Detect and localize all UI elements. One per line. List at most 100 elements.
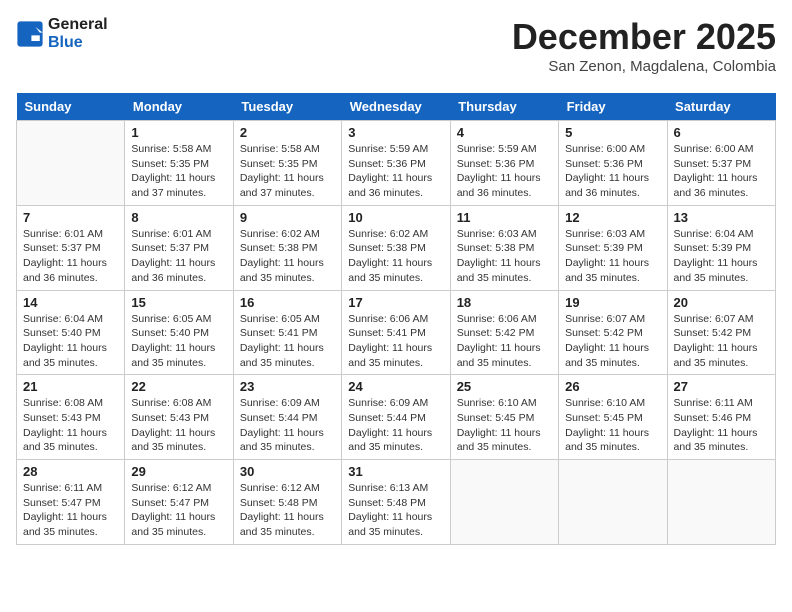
calendar-cell: 10Sunrise: 6:02 AMSunset: 5:38 PMDayligh… — [342, 205, 450, 290]
cell-date: 8 — [131, 210, 226, 225]
cell-info: Sunrise: 6:04 AMSunset: 5:40 PMDaylight:… — [23, 312, 118, 371]
cell-info: Sunrise: 6:09 AMSunset: 5:44 PMDaylight:… — [240, 396, 335, 455]
cell-info: Sunrise: 6:04 AMSunset: 5:39 PMDaylight:… — [674, 227, 769, 286]
cell-date: 14 — [23, 295, 118, 310]
weekday-header-monday: Monday — [125, 93, 233, 121]
calendar-cell: 29 Sunrise: 6:12 AMSunset: 5:47 PMDayligh… — [125, 460, 233, 545]
cell-date: 2 — [240, 125, 335, 140]
calendar-cell: 19 Sunrise: 6:07 AMSunset: 5:42 PMDayligh… — [559, 290, 667, 375]
cell-info: Sunrise: 6:01 AMSunset: 5:37 PMDaylight:… — [23, 227, 118, 286]
cell-date: 5 — [565, 125, 660, 140]
calendar-cell: 13 Sunrise: 6:04 AMSunset: 5:39 PMDayligh… — [667, 205, 775, 290]
cell-info: Sunrise: 6:03 AMSunset: 5:38 PMDaylight:… — [457, 227, 552, 286]
cell-date: 19 — [565, 295, 660, 310]
calendar-cell: 31 Sunrise: 6:13 AMSunset: 5:48 PMDayligh… — [342, 460, 450, 545]
calendar-cell: 28 Sunrise: 6:11 AMSunset: 5:47 PMDayligh… — [17, 460, 125, 545]
cell-date: 3 — [348, 125, 443, 140]
weekday-header-sunday: Sunday — [17, 93, 125, 121]
cell-info: Sunrise: 6:01 AMSunset: 5:37 PMDaylight:… — [131, 227, 226, 286]
calendar-cell: 26 Sunrise: 6:10 AMSunset: 5:45 PMDayligh… — [559, 375, 667, 460]
cell-info: Sunrise: 6:07 AMSunset: 5:42 PMDaylight:… — [565, 312, 660, 371]
cell-date: 16 — [240, 295, 335, 310]
cell-info: Sunrise: 6:00 AMSunset: 5:36 PMDaylight:… — [565, 142, 660, 201]
cell-info: Sunrise: 6:02 AMSunset: 5:38 PMDaylight:… — [240, 227, 335, 286]
location-subtitle: San Zenon, Magdalena, Colombia — [512, 58, 776, 75]
calendar-table: SundayMondayTuesdayWednesdayThursdayFrid… — [16, 93, 776, 545]
cell-info: Sunrise: 6:06 AMSunset: 5:42 PMDaylight:… — [457, 312, 552, 371]
cell-info: Sunrise: 6:08 AMSunset: 5:43 PMDaylight:… — [131, 396, 226, 455]
cell-info: Sunrise: 6:00 AMSunset: 5:37 PMDaylight:… — [674, 142, 769, 201]
cell-date: 1 — [131, 125, 226, 140]
calendar-cell: 20 Sunrise: 6:07 AMSunset: 5:42 PMDayligh… — [667, 290, 775, 375]
cell-date: 24 — [348, 379, 443, 394]
cell-date: 25 — [457, 379, 552, 394]
cell-date: 27 — [674, 379, 769, 394]
cell-date: 18 — [457, 295, 552, 310]
calendar-cell: 11Sunrise: 6:03 AMSunset: 5:38 PMDayligh… — [450, 205, 558, 290]
calendar-cell: 17 Sunrise: 6:06 AMSunset: 5:41 PMDayligh… — [342, 290, 450, 375]
calendar-cell: 25Sunrise: 6:10 AMSunset: 5:45 PMDayligh… — [450, 375, 558, 460]
calendar-cell — [667, 460, 775, 545]
cell-info: Sunrise: 6:12 AMSunset: 5:48 PMDaylight:… — [240, 481, 335, 540]
calendar-cell: 3 Sunrise: 5:59 AMSunset: 5:36 PMDaylight… — [342, 121, 450, 206]
calendar-cell: 21Sunrise: 6:08 AMSunset: 5:43 PMDayligh… — [17, 375, 125, 460]
calendar-cell: 7Sunrise: 6:01 AMSunset: 5:37 PMDaylight… — [17, 205, 125, 290]
calendar-cell: 22Sunrise: 6:08 AMSunset: 5:43 PMDayligh… — [125, 375, 233, 460]
cell-info: Sunrise: 6:09 AMSunset: 5:44 PMDaylight:… — [348, 396, 443, 455]
cell-info: Sunrise: 6:10 AMSunset: 5:45 PMDaylight:… — [565, 396, 660, 455]
calendar-cell: 18 Sunrise: 6:06 AMSunset: 5:42 PMDayligh… — [450, 290, 558, 375]
calendar-cell: 23 Sunrise: 6:09 AMSunset: 5:44 PMDayligh… — [233, 375, 341, 460]
cell-info: Sunrise: 6:07 AMSunset: 5:42 PMDaylight:… — [674, 312, 769, 371]
calendar-cell: 5 Sunrise: 6:00 AMSunset: 5:36 PMDaylight… — [559, 121, 667, 206]
cell-date: 29 — [131, 464, 226, 479]
cell-date: 13 — [674, 210, 769, 225]
cell-date: 26 — [565, 379, 660, 394]
cell-info: Sunrise: 6:05 AMSunset: 5:40 PMDaylight:… — [131, 312, 226, 371]
cell-info: Sunrise: 6:13 AMSunset: 5:48 PMDaylight:… — [348, 481, 443, 540]
cell-date: 21 — [23, 379, 118, 394]
logo-text: General Blue — [48, 16, 108, 51]
cell-info: Sunrise: 6:03 AMSunset: 5:39 PMDaylight:… — [565, 227, 660, 286]
cell-info: Sunrise: 6:12 AMSunset: 5:47 PMDaylight:… — [131, 481, 226, 540]
cell-date: 15 — [131, 295, 226, 310]
calendar-cell: 30 Sunrise: 6:12 AMSunset: 5:48 PMDayligh… — [233, 460, 341, 545]
calendar-cell — [559, 460, 667, 545]
cell-date: 23 — [240, 379, 335, 394]
cell-info: Sunrise: 6:05 AMSunset: 5:41 PMDaylight:… — [240, 312, 335, 371]
calendar-cell: 2Sunrise: 5:58 AMSunset: 5:35 PMDaylight… — [233, 121, 341, 206]
cell-date: 31 — [348, 464, 443, 479]
cell-date: 6 — [674, 125, 769, 140]
cell-info: Sunrise: 6:11 AMSunset: 5:46 PMDaylight:… — [674, 396, 769, 455]
cell-date: 20 — [674, 295, 769, 310]
cell-date: 17 — [348, 295, 443, 310]
cell-date: 4 — [457, 125, 552, 140]
weekday-header-friday: Friday — [559, 93, 667, 121]
calendar-cell: 6 Sunrise: 6:00 AMSunset: 5:37 PMDaylight… — [667, 121, 775, 206]
cell-date: 30 — [240, 464, 335, 479]
calendar-cell: 8 Sunrise: 6:01 AMSunset: 5:37 PMDaylight… — [125, 205, 233, 290]
cell-info: Sunrise: 5:59 AMSunset: 5:36 PMDaylight:… — [457, 142, 552, 201]
logo-icon — [16, 20, 44, 48]
weekday-header-saturday: Saturday — [667, 93, 775, 121]
calendar-cell: 15 Sunrise: 6:05 AMSunset: 5:40 PMDayligh… — [125, 290, 233, 375]
cell-date: 28 — [23, 464, 118, 479]
calendar-cell: 16 Sunrise: 6:05 AMSunset: 5:41 PMDayligh… — [233, 290, 341, 375]
cell-info: Sunrise: 6:06 AMSunset: 5:41 PMDaylight:… — [348, 312, 443, 371]
calendar-cell: 9 Sunrise: 6:02 AMSunset: 5:38 PMDaylight… — [233, 205, 341, 290]
calendar-cell: 12 Sunrise: 6:03 AMSunset: 5:39 PMDayligh… — [559, 205, 667, 290]
calendar-cell — [450, 460, 558, 545]
title-section: December 2025 San Zenon, Magdalena, Colo… — [512, 16, 776, 75]
calendar-cell: 1 Sunrise: 5:58 AMSunset: 5:35 PMDaylight… — [125, 121, 233, 206]
weekday-header-tuesday: Tuesday — [233, 93, 341, 121]
cell-date: 12 — [565, 210, 660, 225]
calendar-cell: 27 Sunrise: 6:11 AMSunset: 5:46 PMDayligh… — [667, 375, 775, 460]
cell-info: Sunrise: 6:02 AMSunset: 5:38 PMDaylight:… — [348, 227, 443, 286]
cell-info: Sunrise: 6:11 AMSunset: 5:47 PMDaylight:… — [23, 481, 118, 540]
logo: General Blue — [16, 16, 108, 51]
cell-info: Sunrise: 5:58 AMSunset: 5:35 PMDaylight:… — [131, 142, 226, 201]
cell-date: 9 — [240, 210, 335, 225]
weekday-header-thursday: Thursday — [450, 93, 558, 121]
calendar-cell — [17, 121, 125, 206]
cell-info: Sunrise: 5:59 AMSunset: 5:36 PMDaylight:… — [348, 142, 443, 201]
calendar-cell: 14 Sunrise: 6:04 AMSunset: 5:40 PMDayligh… — [17, 290, 125, 375]
